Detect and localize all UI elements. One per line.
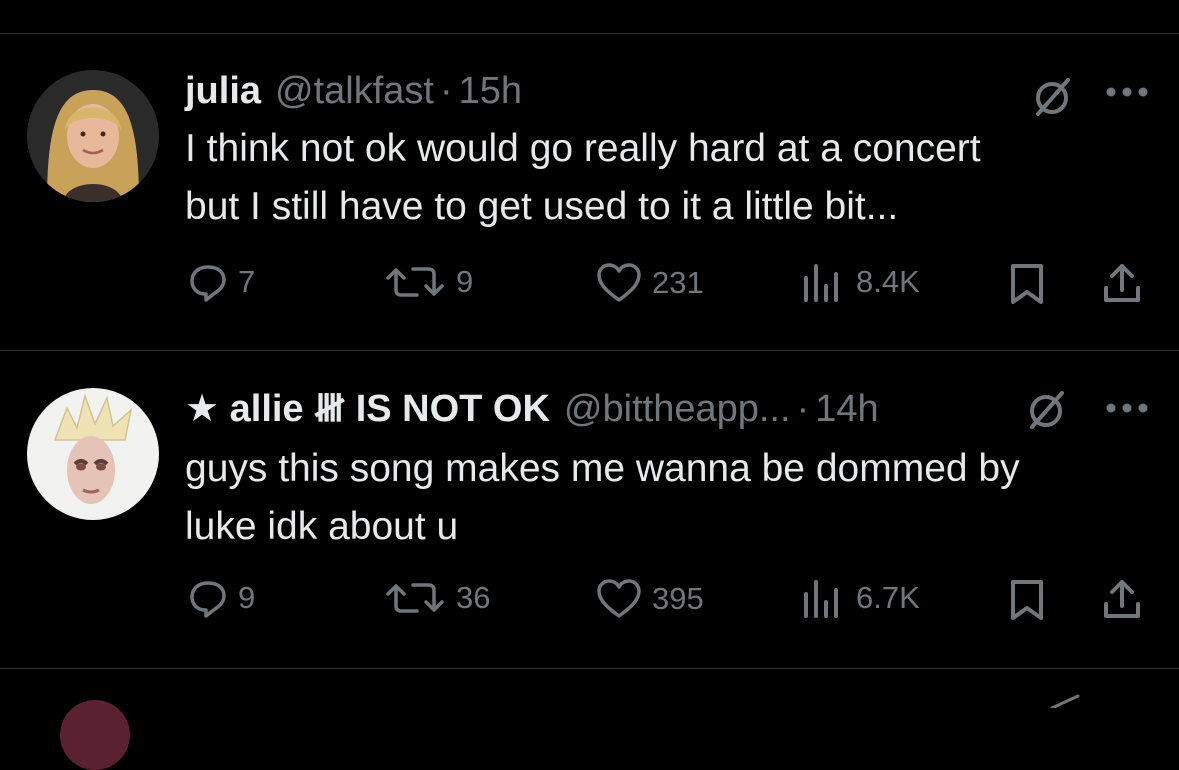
grok-icon[interactable] [1022, 385, 1070, 438]
like-button[interactable]: 395 [596, 578, 704, 620]
grok-icon[interactable] [1050, 694, 1080, 713]
bookmark-icon [1008, 578, 1046, 622]
tweet-2[interactable]: ★ allie 𝍸 IS NOT OK @bittheapp... · 14h … [0, 0, 1179, 707]
views-count: 6.7K [856, 580, 920, 615]
views-icon [800, 578, 846, 618]
more-icon[interactable] [1104, 401, 1150, 420]
next-tweet-avatar[interactable] [60, 700, 130, 770]
tweet-text-line: luke idk about u [185, 505, 459, 548]
display-name[interactable]: ★ allie 𝍸 IS NOT OK [185, 386, 550, 432]
divider-bottom [0, 668, 1179, 669]
tweet-text-line: guys this song makes me wanna be dommed … [185, 447, 1020, 490]
reply-count: 9 [238, 580, 256, 615]
like-count: 395 [652, 581, 704, 616]
tweet-text: guys this song makes me wanna be dommed … [185, 440, 1165, 556]
action-bar: 9 36 395 6.7K [0, 578, 1179, 628]
reply-button[interactable]: 9 [188, 578, 255, 618]
reply-icon [188, 578, 228, 618]
tweet-header: ★ allie 𝍸 IS NOT OK @bittheapp... · 14h [185, 386, 879, 432]
bookmark-button[interactable] [1008, 578, 1046, 622]
repost-button[interactable]: 36 [384, 578, 490, 618]
repost-count: 36 [456, 580, 491, 615]
avatar-allie[interactable] [27, 388, 159, 520]
user-handle[interactable]: @bittheapp... [564, 386, 791, 432]
repost-icon [384, 578, 446, 618]
timestamp[interactable]: 14h [815, 386, 878, 432]
like-icon [596, 578, 642, 620]
views-button[interactable]: 6.7K [800, 578, 920, 618]
separator-dot: · [796, 388, 810, 430]
share-icon [1100, 578, 1144, 622]
share-button[interactable] [1100, 578, 1144, 622]
